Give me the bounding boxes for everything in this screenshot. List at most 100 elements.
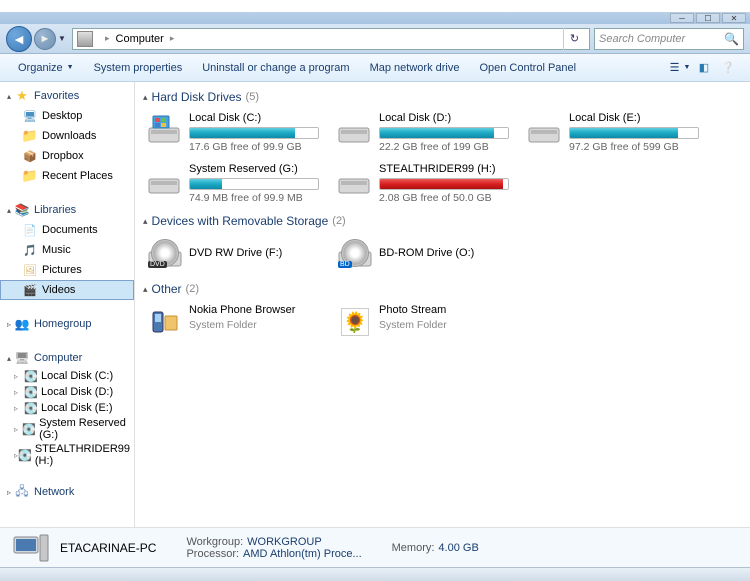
sidebar-item-dropbox[interactable]: 📦Dropbox xyxy=(0,146,134,166)
computer-name: ETACARINAE-PC xyxy=(60,541,156,555)
taskbar xyxy=(0,567,750,581)
photo-stream-icon: 🌻 xyxy=(341,308,369,336)
free-space-text: 2.08 GB free of 50.0 GB xyxy=(379,192,519,204)
removable-section-header[interactable]: ▴ Devices with Removable Storage (2) xyxy=(143,214,742,228)
system-properties-button[interactable]: System properties xyxy=(84,54,193,81)
network-icon: 🖧 xyxy=(14,484,30,500)
sidebar-item-documents[interactable]: 📄Documents xyxy=(0,220,134,240)
homegroup-item[interactable]: ▹ 👥 Homegroup xyxy=(0,314,134,334)
folder-item[interactable]: Nokia Phone Browser System Folder xyxy=(143,300,333,344)
hdd-icon xyxy=(147,163,183,199)
favorites-icon: ★ xyxy=(14,88,30,104)
minimize-button[interactable]: ─ xyxy=(670,13,694,23)
collapse-icon[interactable]: ▴ xyxy=(4,354,14,363)
sidebar-drive-e[interactable]: ▹💽Local Disk (E:) xyxy=(0,400,134,416)
capacity-bar xyxy=(189,178,319,190)
uninstall-button[interactable]: Uninstall or change a program xyxy=(192,54,359,81)
sidebar-item-desktop[interactable]: 🖥Desktop xyxy=(0,106,134,126)
drive-icon: 💽 xyxy=(18,448,32,462)
back-button[interactable]: ◄ xyxy=(6,26,32,52)
folder-type: System Folder xyxy=(379,319,519,331)
capacity-bar xyxy=(379,178,509,190)
control-panel-button[interactable]: Open Control Panel xyxy=(469,54,586,81)
sidebar-item-downloads[interactable]: 📁Downloads xyxy=(0,126,134,146)
memory-label: Memory: xyxy=(392,542,435,554)
drive-item[interactable]: System Reserved (G:) 74.9 MB free of 99.… xyxy=(143,159,333,208)
sidebar-item-videos[interactable]: 🎬Videos xyxy=(0,280,134,300)
address-bar[interactable]: ▸ Computer ▸ ↻ xyxy=(72,28,590,50)
title-bar: ─ ☐ ✕ xyxy=(0,12,750,24)
sidebar-item-recent[interactable]: 📁Recent Places xyxy=(0,166,134,186)
folder-type: System Folder xyxy=(189,319,329,331)
close-button[interactable]: ✕ xyxy=(722,13,746,23)
breadcrumb-location[interactable]: Computer xyxy=(116,33,164,45)
sidebar-item-pictures[interactable]: 🖼Pictures xyxy=(0,260,134,280)
drive-name: Local Disk (E:) xyxy=(569,112,709,124)
drive-name: Local Disk (C:) xyxy=(189,112,329,124)
computer-group[interactable]: ▴ 🖥 Computer xyxy=(0,348,134,368)
computer-icon xyxy=(10,532,50,564)
drive-item[interactable]: Local Disk (E:) 97.2 GB free of 599 GB xyxy=(523,108,713,157)
drive-item[interactable]: DVD DVD RW Drive (F:) xyxy=(143,232,333,276)
breadcrumb-sep[interactable]: ▸ xyxy=(170,33,175,44)
other-section-header[interactable]: ▴ Other (2) xyxy=(143,282,742,296)
preview-pane-button[interactable]: ◧ xyxy=(694,59,714,77)
optical-drive-icon: DVD xyxy=(147,236,183,272)
capacity-bar xyxy=(189,127,319,139)
computer-icon xyxy=(77,31,93,47)
maximize-button[interactable]: ☐ xyxy=(696,13,720,23)
drive-name: DVD RW Drive (F:) xyxy=(189,247,282,259)
drive-item[interactable]: BD BD-ROM Drive (O:) xyxy=(333,232,523,276)
command-bar: Organize▼ System properties Uninstall or… xyxy=(0,54,750,82)
drive-item[interactable]: STEALTHRIDER99 (H:) 2.08 GB free of 50.0… xyxy=(333,159,523,208)
search-placeholder: Search Computer xyxy=(599,33,724,45)
pictures-icon: 🖼 xyxy=(22,262,38,278)
hdd-section-header[interactable]: ▴ Hard Disk Drives (5) xyxy=(143,90,742,104)
free-space-text: 74.9 MB free of 99.9 MB xyxy=(189,192,329,204)
free-space-text: 22.2 GB free of 199 GB xyxy=(379,141,519,153)
hdd-icon xyxy=(527,112,563,148)
refresh-button[interactable]: ↻ xyxy=(563,28,585,50)
libraries-group[interactable]: ▴ 📚 Libraries xyxy=(0,200,134,220)
folder-item[interactable]: 🌻 Photo Stream System Folder xyxy=(333,300,523,344)
sidebar-drive-d[interactable]: ▹💽Local Disk (D:) xyxy=(0,384,134,400)
processor-label: Processor: xyxy=(186,548,239,560)
capacity-bar xyxy=(569,127,699,139)
drive-icon: 💽 xyxy=(22,422,36,436)
drive-name: STEALTHRIDER99 (H:) xyxy=(379,163,519,175)
sidebar-item-music[interactable]: 🎵Music xyxy=(0,240,134,260)
sidebar-drive-c[interactable]: ▹💽Local Disk (C:) xyxy=(0,368,134,384)
expand-icon[interactable]: ▹ xyxy=(4,320,14,329)
collapse-icon[interactable]: ▴ xyxy=(143,284,148,295)
history-dropdown[interactable]: ▼ xyxy=(56,28,68,50)
organize-menu[interactable]: Organize▼ xyxy=(8,54,84,81)
workgroup-label: Workgroup: xyxy=(186,536,243,548)
view-menu[interactable]: ☰▼ xyxy=(670,59,690,77)
favorites-group[interactable]: ▴ ★ Favorites xyxy=(0,86,134,106)
homegroup-icon: 👥 xyxy=(14,316,30,332)
drive-icon: 💽 xyxy=(24,369,38,383)
sidebar-drive-g[interactable]: ▹💽System Reserved (G:) xyxy=(0,416,134,442)
network-item[interactable]: ▹ 🖧 Network xyxy=(0,482,134,502)
collapse-icon[interactable]: ▴ xyxy=(4,92,14,101)
search-box[interactable]: Search Computer 🔍 xyxy=(594,28,744,50)
map-drive-button[interactable]: Map network drive xyxy=(360,54,470,81)
drive-name: System Reserved (G:) xyxy=(189,163,329,175)
optical-drive-icon: BD xyxy=(337,236,373,272)
collapse-icon[interactable]: ▴ xyxy=(143,216,148,227)
drive-name: BD-ROM Drive (O:) xyxy=(379,247,474,259)
drive-item[interactable]: Local Disk (D:) 22.2 GB free of 199 GB xyxy=(333,108,523,157)
recent-icon: 📁 xyxy=(22,168,38,184)
content-pane: ▴ Hard Disk Drives (5) Local Disk (C:) 1… xyxy=(135,82,750,527)
drive-icon: 💽 xyxy=(24,401,38,415)
dropbox-icon: 📦 xyxy=(22,148,38,164)
expand-icon[interactable]: ▹ xyxy=(4,488,14,497)
forward-button[interactable]: ► xyxy=(34,28,56,50)
collapse-icon[interactable]: ▴ xyxy=(143,92,148,103)
music-icon: 🎵 xyxy=(22,242,38,258)
collapse-icon[interactable]: ▴ xyxy=(4,206,14,215)
sidebar-drive-h[interactable]: ▹💽STEALTHRIDER99 (H:) xyxy=(0,442,134,468)
help-button[interactable]: ❔ xyxy=(718,59,738,77)
free-space-text: 17.6 GB free of 99.9 GB xyxy=(189,141,329,153)
drive-item[interactable]: Local Disk (C:) 17.6 GB free of 99.9 GB xyxy=(143,108,333,157)
